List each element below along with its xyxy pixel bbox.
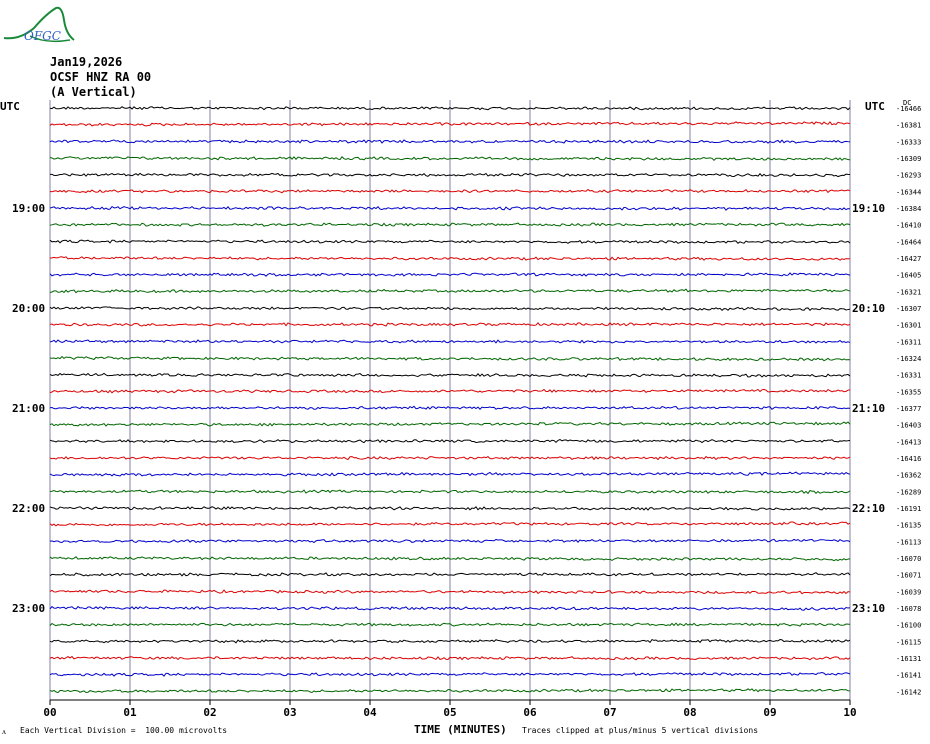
hour-label-right: 23:10 [852,602,885,615]
dc-offset-label: -16070 [896,555,921,563]
dc-offset-label: -16410 [896,222,921,230]
hour-label-right: 20:10 [852,302,885,315]
dc-offset-label: -16293 [896,172,921,180]
dc-offset-label: -16301 [896,322,921,330]
x-tick-label: 10 [843,706,856,719]
x-tick-label: 02 [203,706,216,719]
dc-offset-label: -16381 [896,122,921,130]
hour-label-left: 20:00 [12,302,45,315]
dc-offset-label: -16141 [896,672,921,680]
dc-offset-label: -16416 [896,455,921,463]
dc-offset-label: -16115 [896,638,921,646]
dc-offset-label: -16309 [896,155,921,163]
dc-offset-label: -16307 [896,305,921,313]
dc-offset-label: -16321 [896,288,921,296]
right-axis-label: UTC [865,100,885,113]
dc-offset-label: -16403 [896,422,921,430]
dc-offset-label: -16344 [896,188,921,196]
x-tick-label: 09 [763,706,776,719]
dc-offset-label: -16311 [896,338,921,346]
x-tick-label: 04 [363,706,377,719]
dc-offset-label: -16078 [896,605,921,613]
dc-offset-label: -16135 [896,522,921,530]
dc-offset-label: -16071 [896,572,921,580]
dc-offset-label: -16464 [896,238,921,246]
dc-offset-label: -16333 [896,138,921,146]
x-tick-label: 07 [603,706,616,719]
dc-offset-label: -16427 [896,255,921,263]
dc-offset-label: -16324 [896,355,921,363]
dc-offset-label: -16131 [896,655,921,663]
dc-offset-label: -16362 [896,472,921,480]
hour-label-right: 19:10 [852,202,885,215]
scale-note: Each Vertical Division = 100.00 microvol… [20,726,228,735]
x-tick-label: 03 [283,706,296,719]
dc-offset-label: -16289 [896,488,921,496]
dc-offset-label: -16377 [896,405,921,413]
dc-offset-label: -16113 [896,538,921,546]
x-tick-label: 01 [123,706,137,719]
hour-label-right: 22:10 [852,502,885,515]
dc-offset-label: -16405 [896,272,921,280]
dc-offset-label: -16355 [896,388,921,396]
x-axis-title: TIME (MINUTES) [414,723,507,736]
clip-note: Traces clipped at plus/minus 5 vertical … [522,726,759,735]
x-tick-label: 08 [683,706,696,719]
hour-label-left: 22:00 [12,502,45,515]
dc-offset-label: -16100 [896,622,921,630]
seismogram-page: OFGC Jan19,2026 OCSF HNZ RA 00 (A Vertic… [0,0,930,744]
dc-offset-label: -16413 [896,438,921,446]
hour-label-right: 21:10 [852,402,885,415]
hour-label-left: 19:00 [12,202,45,215]
dc-offset-label: -16331 [896,372,921,380]
dc-offset-label: -16384 [896,205,921,213]
dc-offset-label: -16142 [896,688,921,696]
x-tick-label: 00 [43,706,56,719]
x-tick-label: 05 [443,706,456,719]
left-axis-label: UTC [0,100,20,113]
x-tick-label: 06 [523,706,537,719]
dc-offset-label: -16466 [896,105,921,113]
dc-offset-label: -16191 [896,505,921,513]
dc-offset-label: -16039 [896,588,921,596]
footer-mark: ᴧ [2,727,6,736]
helicorder-plot: 00 01 02 03 04 05 06 07 08 09 10UTC UTC DC-16466-163… [0,99,921,719]
hour-label-left: 21:00 [12,402,45,415]
hour-label-left: 23:00 [12,602,45,615]
